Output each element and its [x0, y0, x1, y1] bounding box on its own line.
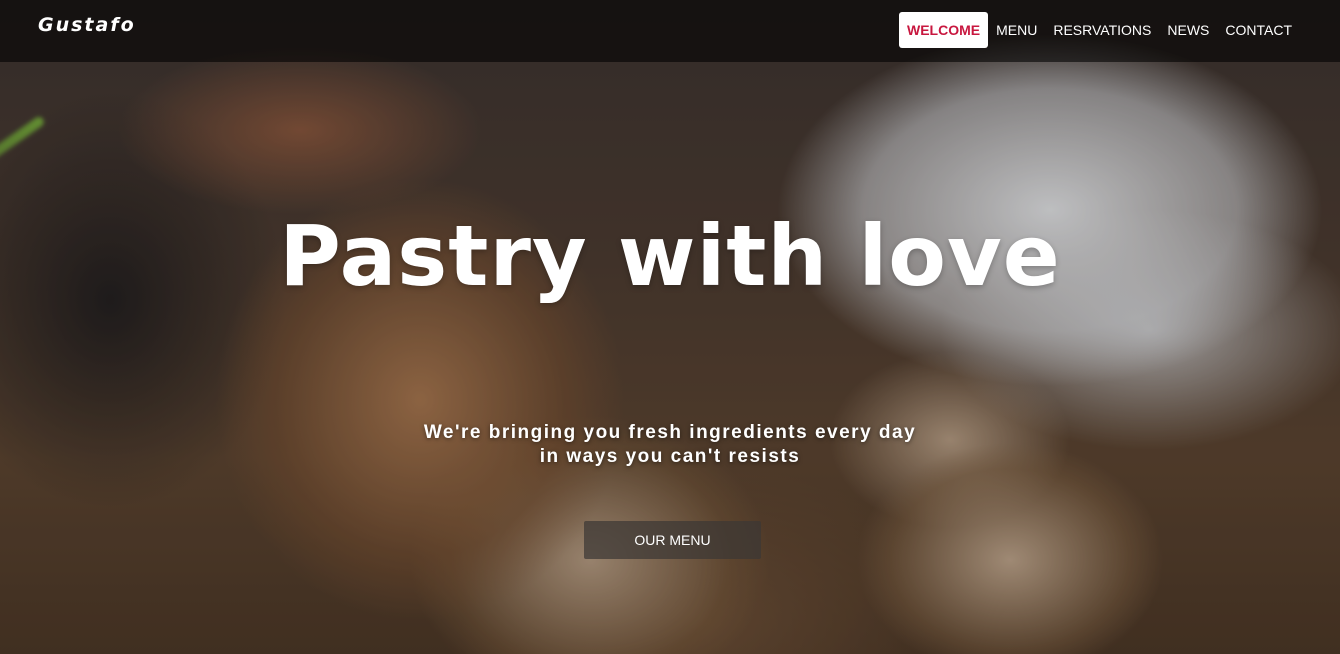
- hero-section: Gustafo WELCOME MENU RESRVATIONS NEWS CO…: [0, 0, 1340, 654]
- nav-item-contact[interactable]: CONTACT: [1217, 12, 1300, 48]
- nav-item-welcome[interactable]: WELCOME: [899, 12, 989, 48]
- main-nav: WELCOME MENU RESRVATIONS NEWS CONTACT: [899, 12, 1300, 48]
- our-menu-button[interactable]: OUR MENU: [584, 521, 761, 559]
- nav-item-menu[interactable]: MENU: [988, 12, 1045, 48]
- nav-item-news[interactable]: NEWS: [1159, 12, 1217, 48]
- navbar: Gustafo WELCOME MENU RESRVATIONS NEWS CO…: [0, 0, 1340, 62]
- hero-tagline: We're bringing you fresh ingredients eve…: [423, 422, 917, 467]
- brand-logo[interactable]: Gustafo: [38, 14, 136, 36]
- hero-headline: Pastry with love: [279, 207, 1061, 306]
- nav-item-reservations[interactable]: RESRVATIONS: [1045, 12, 1159, 48]
